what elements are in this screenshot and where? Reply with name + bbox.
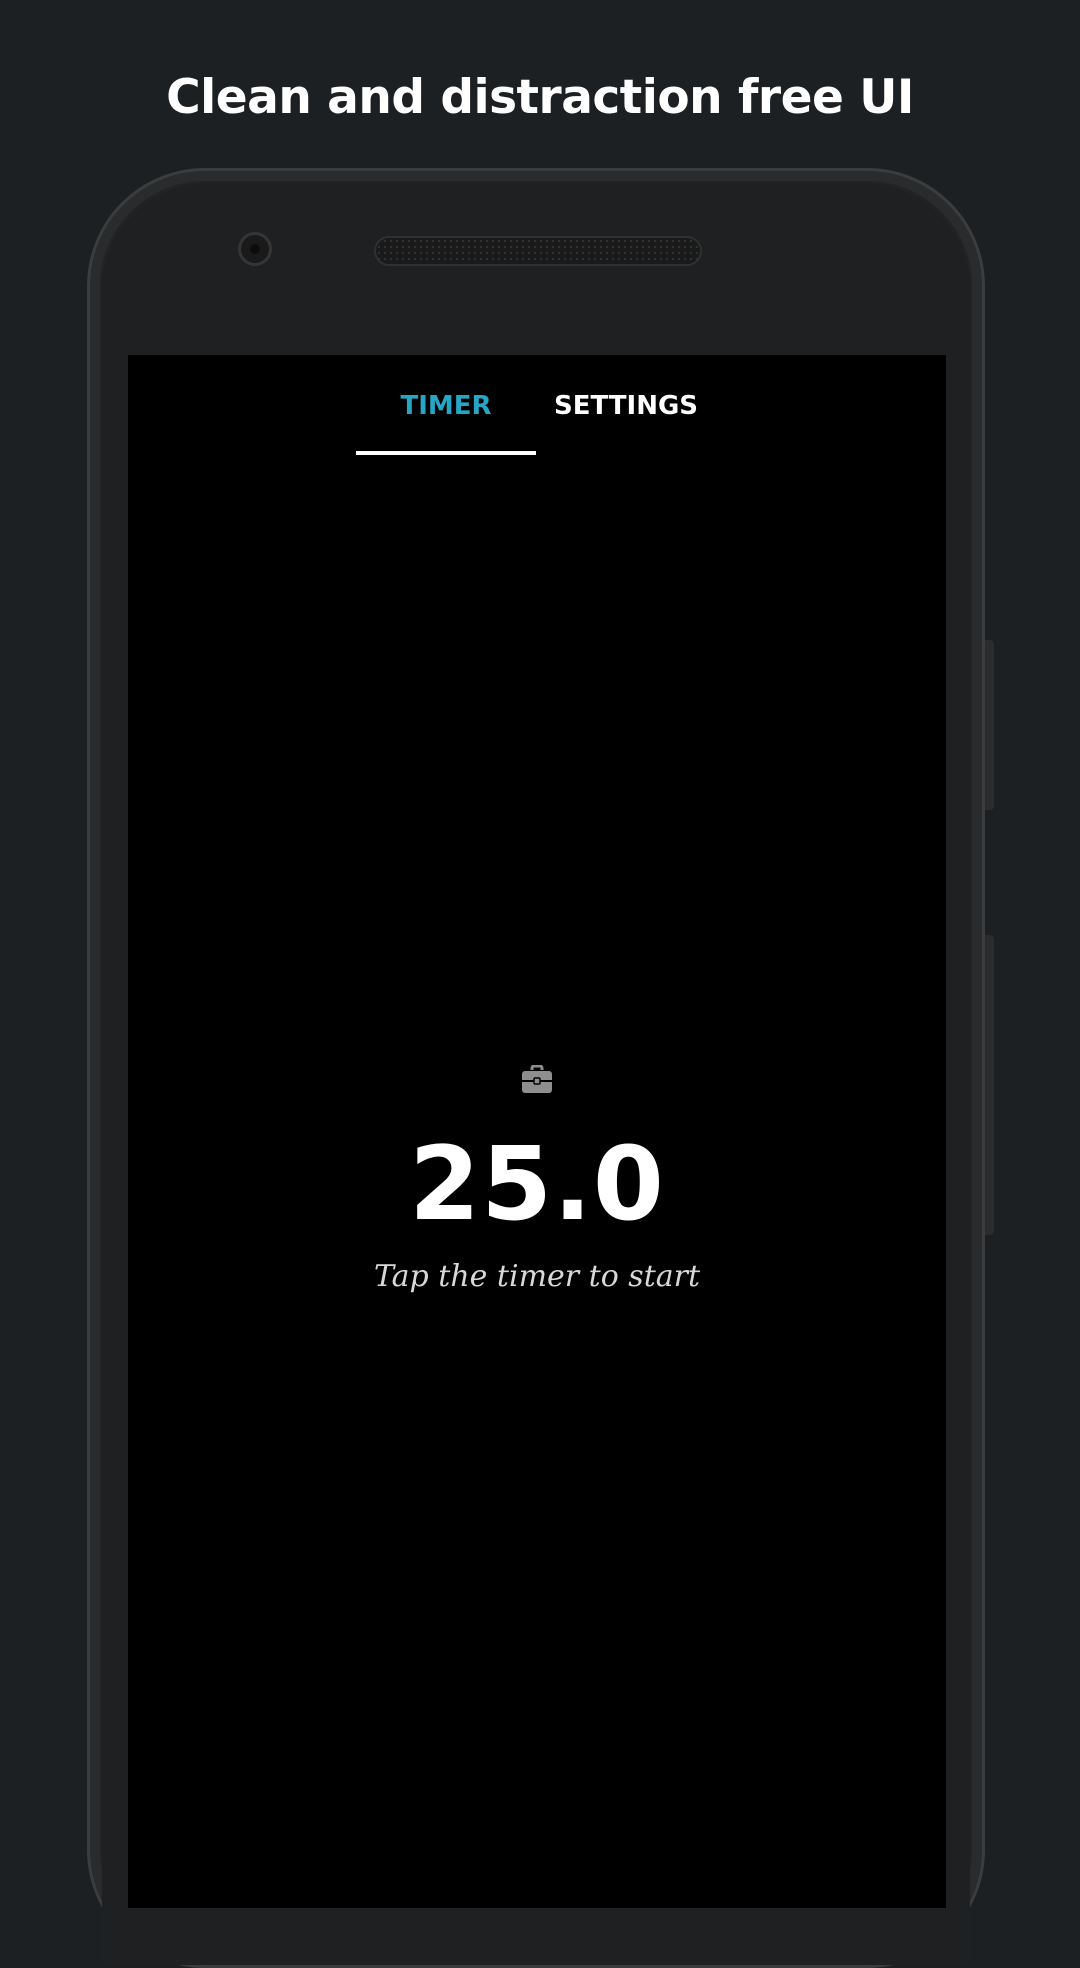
front-camera <box>238 232 272 266</box>
tab-settings[interactable]: SETTINGS <box>536 355 716 457</box>
promo-headline: Clean and distraction free UI <box>166 70 914 125</box>
active-tab-indicator <box>356 451 536 455</box>
tab-timer[interactable]: TIMER <box>356 355 536 457</box>
app-screen: TIMER SETTINGS 25.0 Tap the timer to sta… <box>128 355 946 1908</box>
timer-hint: Tap the timer to start <box>373 1259 701 1294</box>
earpiece-speaker <box>374 236 702 266</box>
briefcase-icon <box>522 1065 552 1093</box>
tab-bar: TIMER SETTINGS <box>128 355 946 457</box>
timer-display[interactable]: 25.0 <box>128 1125 946 1245</box>
